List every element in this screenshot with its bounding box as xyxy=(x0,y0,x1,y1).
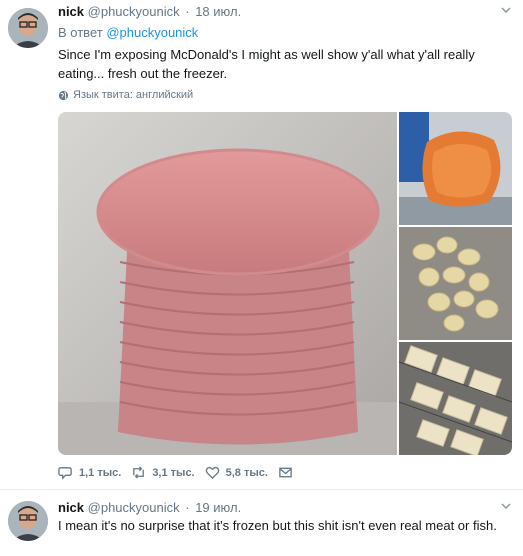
like-button[interactable]: 5,8 тыс. xyxy=(205,465,268,480)
chevron-down-icon[interactable] xyxy=(501,501,511,511)
media-grid xyxy=(58,112,512,455)
photo-frozen-patties[interactable] xyxy=(58,112,397,455)
heart-icon xyxy=(205,466,219,480)
like-count: 5,8 тыс. xyxy=(225,466,268,479)
avatar[interactable] xyxy=(8,8,48,48)
photo-frozen-fish-portions[interactable] xyxy=(399,342,512,455)
globe-icon xyxy=(58,90,69,100)
retweet-count: 3,1 тыс. xyxy=(152,466,195,479)
retweet-button[interactable]: 3,1 тыс. xyxy=(131,465,195,480)
translate-label: Язык твита: английский xyxy=(73,89,194,101)
retweet-icon xyxy=(133,466,145,479)
username[interactable]: @phuckyounick xyxy=(88,4,180,19)
tweet-actions: 1,1 тыс. 3,1 тыс. 5,8 тыс. xyxy=(58,465,303,480)
reply-count: 1,1 тыс. xyxy=(79,466,122,479)
tweet[interactable]: nick @phuckyounick · 19 июл. I mean it's… xyxy=(0,491,523,556)
tweet-text: Since I'm exposing McDonald's I might as… xyxy=(58,47,475,81)
separator-dot: · xyxy=(185,500,190,515)
chevron-down-icon[interactable] xyxy=(501,5,511,15)
tweet-text: I mean it's no surprise that it's frozen… xyxy=(58,518,497,533)
display-name[interactable]: nick xyxy=(58,4,84,19)
photo-breaded-fillet[interactable] xyxy=(399,112,512,225)
separator-dot: · xyxy=(185,4,190,19)
reply-icon xyxy=(58,467,72,480)
reply-to-link[interactable]: @phuckyounick xyxy=(106,25,198,40)
reply-button[interactable]: 1,1 тыс. xyxy=(58,465,121,480)
tweet-header: nick @phuckyounick · 19 июл. xyxy=(58,500,241,515)
direct-message-button[interactable] xyxy=(278,465,293,480)
reply-prefix: В ответ xyxy=(58,25,103,40)
envelope-icon xyxy=(279,467,292,478)
tweet-header: nick @phuckyounick · 18 июл. xyxy=(58,4,241,19)
translate-tweet-link[interactable]: Язык твита: английский xyxy=(58,89,193,101)
tweet[interactable]: nick @phuckyounick · 18 июл. В ответ @ph… xyxy=(0,0,523,490)
username[interactable]: @phuckyounick xyxy=(88,500,180,515)
timestamp[interactable]: 19 июл. xyxy=(195,500,241,515)
photo-frozen-nuggets[interactable] xyxy=(399,227,512,340)
avatar[interactable] xyxy=(8,501,48,541)
display-name[interactable]: nick xyxy=(58,500,84,515)
reply-context: В ответ @phuckyounick xyxy=(58,25,198,40)
timestamp[interactable]: 18 июл. xyxy=(195,4,241,19)
